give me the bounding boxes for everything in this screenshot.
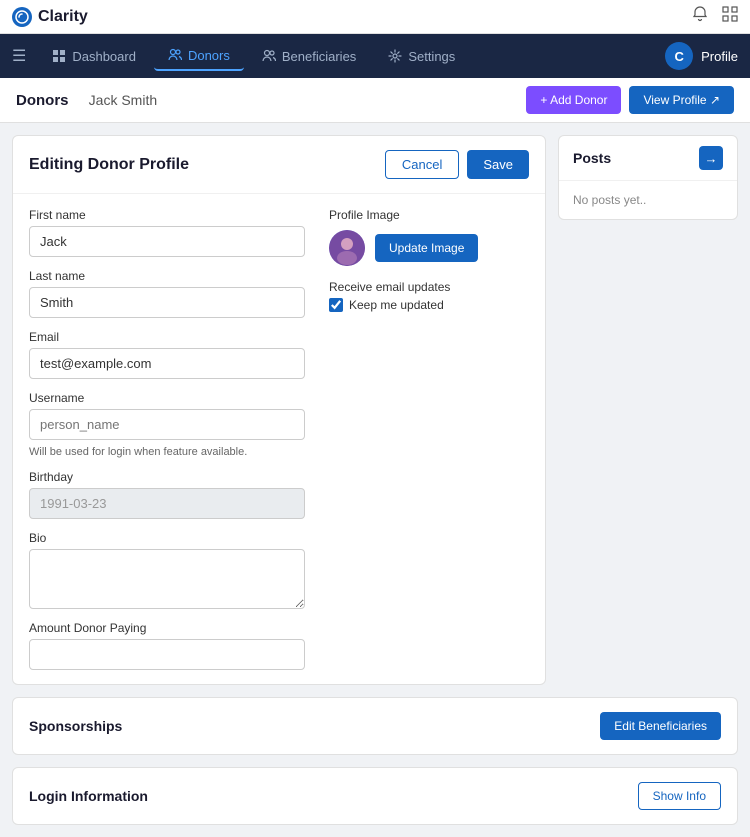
email-group: Email [29, 330, 305, 379]
notification-button[interactable] [692, 6, 708, 27]
username-label: Username [29, 391, 305, 405]
app-name: Clarity [38, 8, 88, 26]
first-name-label: First name [29, 208, 305, 222]
profile-image-section: Profile Image Update Image [329, 208, 529, 266]
breadcrumb-child: Jack Smith [89, 92, 157, 108]
update-image-button[interactable]: Update Image [375, 234, 478, 262]
login-info-title: Login Information [29, 788, 148, 804]
bio-label: Bio [29, 531, 305, 545]
top-bar: Clarity [0, 0, 750, 34]
birthday-input [29, 488, 305, 519]
bio-group: Bio [29, 531, 305, 609]
birthday-group: Birthday [29, 470, 305, 519]
main-layout: Editing Donor Profile Cancel Save First … [0, 123, 750, 697]
sponsorships-title: Sponsorships [29, 718, 122, 734]
profile-image-label: Profile Image [329, 208, 529, 222]
posts-header: Posts → [559, 136, 737, 181]
amount-input[interactable] [29, 639, 305, 670]
form-header: Editing Donor Profile Cancel Save [13, 136, 545, 194]
email-input[interactable] [29, 348, 305, 379]
form-body: First name Last name Email Username Will… [13, 194, 545, 684]
cancel-button[interactable]: Cancel [385, 150, 459, 179]
logo: Clarity [12, 7, 88, 27]
grid-button[interactable] [722, 6, 738, 27]
keep-updated-label: Keep me updated [349, 298, 444, 312]
amount-label: Amount Donor Paying [29, 621, 305, 635]
username-group: Username Will be used for login when fea… [29, 391, 305, 458]
form-actions: Cancel Save [385, 150, 529, 179]
nav-item-donors[interactable]: Donors [154, 42, 244, 71]
first-name-group: First name [29, 208, 305, 257]
nav-profile[interactable]: C Profile [665, 42, 738, 70]
last-name-label: Last name [29, 269, 305, 283]
nav-item-dashboard[interactable]: Dashboard [38, 43, 150, 70]
form-panel: Editing Donor Profile Cancel Save First … [12, 135, 546, 685]
breadcrumb: Donors Jack Smith [16, 92, 157, 109]
profile-avatar: C [665, 42, 693, 70]
form-title: Editing Donor Profile [29, 156, 189, 174]
save-button[interactable]: Save [467, 150, 529, 179]
email-updates-label: Receive email updates [329, 280, 529, 294]
add-donor-button[interactable]: + Add Donor [526, 86, 621, 114]
page-header: Donors Jack Smith + Add Donor View Profi… [0, 78, 750, 123]
profile-image-row: Update Image [329, 230, 529, 266]
posts-empty-message: No posts yet.. [573, 193, 646, 207]
profile-label: Profile [701, 49, 738, 64]
hamburger-icon[interactable]: ☰ [12, 46, 26, 66]
posts-arrow-button[interactable]: → [699, 146, 723, 170]
login-info-bar: Login Information Show Info [12, 767, 738, 825]
breadcrumb-separator [77, 92, 81, 109]
show-info-button[interactable]: Show Info [638, 782, 721, 810]
posts-body: No posts yet.. [559, 181, 737, 219]
posts-panel: Posts → No posts yet.. [558, 135, 738, 220]
form-fields-right: Profile Image Update Image Rec [329, 208, 529, 670]
bottom-sections: Sponsorships Edit Beneficiaries Login In… [0, 697, 750, 837]
last-name-group: Last name [29, 269, 305, 318]
top-bar-right [692, 6, 738, 27]
bio-textarea[interactable] [29, 549, 305, 609]
username-input[interactable] [29, 409, 305, 440]
nav-bar: ☰ Dashboard Donors Beneficiaries Setting… [0, 34, 750, 78]
username-hint: Will be used for login when feature avai… [29, 446, 305, 458]
edit-beneficiaries-button[interactable]: Edit Beneficiaries [600, 712, 721, 740]
birthday-label: Birthday [29, 470, 305, 484]
last-name-input[interactable] [29, 287, 305, 318]
form-fields-left: First name Last name Email Username Will… [29, 208, 305, 670]
sponsorships-bar: Sponsorships Edit Beneficiaries [12, 697, 738, 755]
breadcrumb-parent: Donors [16, 92, 69, 109]
email-label: Email [29, 330, 305, 344]
view-profile-button[interactable]: View Profile ↗ [629, 86, 734, 114]
header-actions: + Add Donor View Profile ↗ [526, 86, 734, 114]
keep-updated-checkbox[interactable] [329, 298, 343, 312]
profile-image-avatar [329, 230, 365, 266]
amount-group: Amount Donor Paying [29, 621, 305, 670]
logo-icon [12, 7, 32, 27]
nav-item-settings[interactable]: Settings [374, 43, 469, 70]
email-updates-section: Receive email updates Keep me updated [329, 280, 529, 312]
first-name-input[interactable] [29, 226, 305, 257]
nav-item-beneficiaries[interactable]: Beneficiaries [248, 43, 370, 70]
email-updates-checkbox-group: Keep me updated [329, 298, 529, 312]
posts-title: Posts [573, 150, 611, 166]
